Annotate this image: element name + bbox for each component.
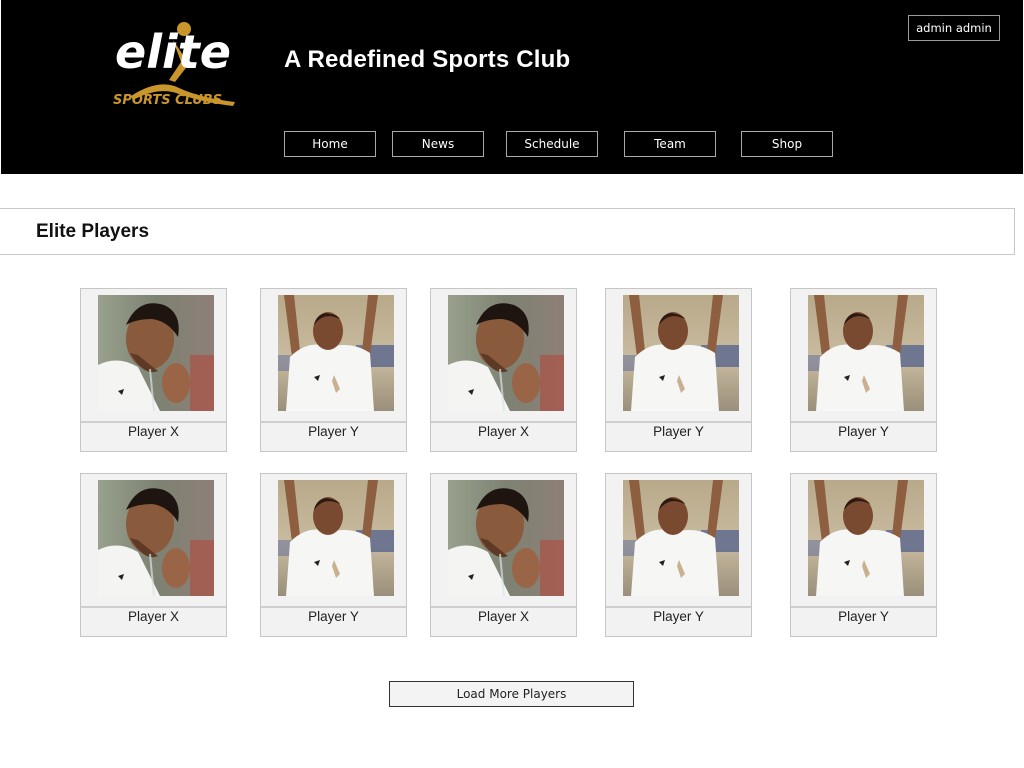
player-card[interactable]: Player Y: [790, 288, 937, 452]
player-photo: [623, 480, 739, 596]
card-divider: [791, 606, 936, 608]
player-photo: [98, 480, 214, 596]
player-name: Player Y: [308, 424, 359, 439]
player-card[interactable]: Player X: [430, 288, 577, 452]
section-header: Elite Players: [0, 208, 1015, 255]
player-photo: [448, 480, 564, 596]
card-divider: [261, 606, 406, 608]
svg-text:elite: elite: [115, 25, 231, 79]
player-photo: [808, 295, 924, 411]
card-divider: [431, 421, 576, 423]
player-card[interactable]: Player Y: [260, 473, 407, 637]
player-name: Player X: [127, 424, 180, 439]
player-card[interactable]: Player Y: [790, 473, 937, 637]
player-name: Player X: [127, 609, 180, 624]
site-title: A Redefined Sports Club: [284, 46, 571, 73]
nav-team-button[interactable]: Team: [624, 131, 716, 157]
site-header: elite SPORTS CLUBS A Redefined Sports Cl…: [1, 0, 1023, 174]
nav-news-button[interactable]: News: [392, 131, 484, 157]
player-photo: [278, 480, 394, 596]
player-card[interactable]: Player X: [80, 473, 227, 637]
player-name: Player X: [477, 609, 530, 624]
card-divider: [431, 606, 576, 608]
card-divider: [81, 421, 226, 423]
player-name: Player X: [477, 424, 530, 439]
player-name: Player Y: [838, 424, 889, 439]
card-divider: [81, 606, 226, 608]
card-divider: [261, 421, 406, 423]
player-name: Player Y: [838, 609, 889, 624]
player-name: Player Y: [653, 609, 704, 624]
nav-shop-button[interactable]: Shop: [741, 131, 833, 157]
player-name: Player Y: [308, 609, 359, 624]
player-photo: [808, 480, 924, 596]
player-name: Player Y: [653, 424, 704, 439]
player-card[interactable]: Player Y: [605, 473, 752, 637]
nav-home-button[interactable]: Home: [284, 131, 376, 157]
card-divider: [791, 421, 936, 423]
user-account-button[interactable]: admin admin: [908, 15, 1000, 41]
load-more-button[interactable]: Load More Players: [389, 681, 634, 707]
card-divider: [606, 606, 751, 608]
player-card[interactable]: Player Y: [605, 288, 752, 452]
player-photo: [278, 295, 394, 411]
player-card[interactable]: Player X: [430, 473, 577, 637]
player-photo: [98, 295, 214, 411]
player-photo: [448, 295, 564, 411]
card-divider: [606, 421, 751, 423]
elite-logo-graphic: elite SPORTS CLUBS: [113, 22, 235, 108]
nav-schedule-button[interactable]: Schedule: [506, 131, 598, 157]
svg-text:SPORTS CLUBS: SPORTS CLUBS: [113, 93, 222, 108]
elite-logo[interactable]: elite SPORTS CLUBS: [109, 18, 251, 110]
player-card[interactable]: Player X: [80, 288, 227, 452]
player-card[interactable]: Player Y: [260, 288, 407, 452]
player-photo: [623, 295, 739, 411]
section-title: Elite Players: [36, 221, 150, 242]
